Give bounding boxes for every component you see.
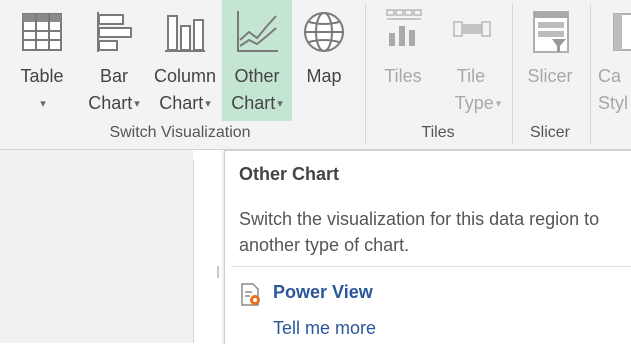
ribbon: Table ▾ Bar Chart ▾ Column Chart ▾ Other…: [0, 0, 631, 150]
bar-chart-button[interactable]: Bar Chart ▾: [80, 0, 148, 121]
column-chart-label-1: Column: [153, 66, 217, 86]
tooltip-description: Switch the visualization for this data r…: [239, 209, 600, 255]
group-separator: [365, 4, 366, 144]
chevron-down-icon: ▾: [495, 98, 502, 110]
column-chart-button[interactable]: Column Chart ▾: [148, 0, 222, 121]
workspace-background: [0, 150, 193, 343]
group-label-slicer: Slicer: [529, 124, 570, 141]
chevron-down-icon: ▾: [205, 98, 211, 110]
tell-me-more-link[interactable]: Tell me more: [273, 318, 376, 339]
bar-chart-icon: [90, 6, 138, 58]
tooltip-title: Other Chart: [239, 164, 340, 184]
bar-chart-label-1: Bar: [99, 66, 128, 86]
tooltip-addin-name: Power View: [273, 282, 373, 302]
map-button[interactable]: Map: [292, 0, 356, 121]
group-label-tiles: Tiles: [421, 124, 455, 141]
chevron-down-icon: ▾: [40, 98, 46, 110]
tooltip: Other Chart Switch the visualization for…: [224, 150, 631, 344]
group-separator: [512, 4, 513, 144]
group-label-switch-visualization: Switch Visualization: [109, 124, 251, 141]
tile-type-label-2: Type: [454, 93, 494, 113]
column-chart-icon: [161, 6, 209, 58]
slicer-button-label: Slicer: [527, 66, 573, 86]
globe-icon: [300, 6, 348, 58]
other-chart-label-2: Chart: [231, 93, 276, 113]
card-style-icon: [612, 6, 631, 58]
card-style-label-2: Styl: [598, 93, 629, 113]
bar-chart-label-2: Chart: [88, 93, 133, 113]
canvas-marker: [217, 266, 219, 278]
card-style-label-1: Ca: [598, 66, 622, 86]
tiles-button[interactable]: Tiles: [370, 0, 436, 121]
tiles-icon: [379, 6, 427, 58]
line-chart-icon: [233, 6, 281, 58]
table-icon: [18, 6, 66, 58]
map-button-label: Map: [306, 66, 342, 86]
table-button-label: Table: [20, 66, 64, 86]
tooltip-divider: [231, 266, 631, 267]
column-chart-label-2: Chart: [159, 93, 204, 113]
chevron-down-icon: ▾: [277, 98, 283, 110]
group-separator: [590, 4, 591, 144]
tile-type-button[interactable]: Tile Type ▾: [436, 0, 506, 121]
card-style-button[interactable]: Ca Styl: [592, 0, 631, 121]
tile-type-label-1: Tile: [456, 66, 486, 86]
tile-type-icon: [447, 6, 495, 58]
other-chart-button[interactable]: Other Chart ▾: [222, 0, 292, 121]
chevron-down-icon: ▾: [134, 98, 140, 110]
slicer-button[interactable]: Slicer: [516, 0, 584, 121]
power-view-icon: [240, 283, 262, 307]
tiles-button-label: Tiles: [384, 66, 422, 86]
table-button[interactable]: Table ▾: [4, 0, 80, 121]
other-chart-label-1: Other: [234, 66, 280, 86]
slicer-icon: [526, 6, 574, 58]
